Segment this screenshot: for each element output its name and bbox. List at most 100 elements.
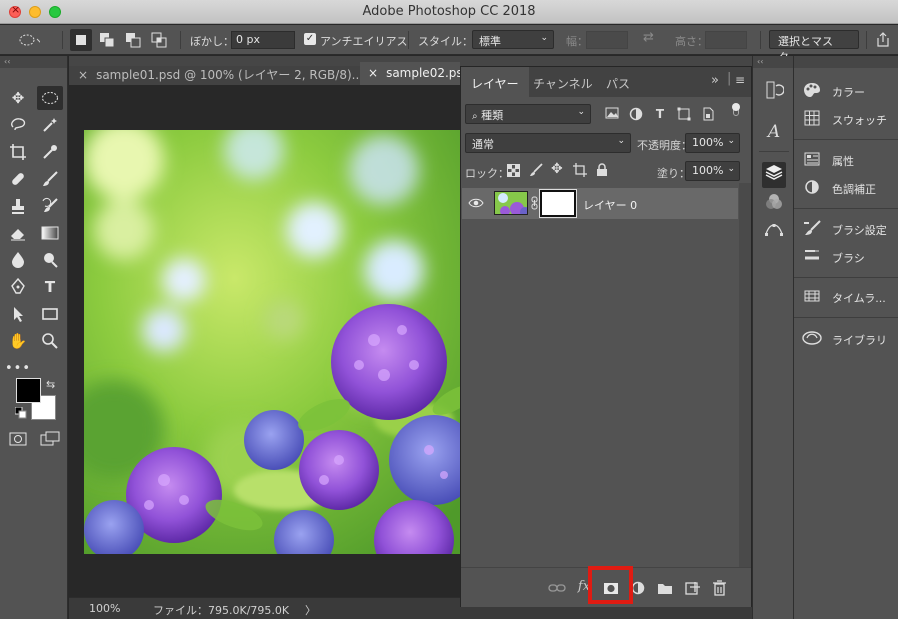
healing-brush-tool-icon[interactable] bbox=[5, 167, 31, 191]
select-and-mask-button[interactable]: 選択とマスク... bbox=[769, 30, 859, 64]
divider bbox=[794, 317, 898, 318]
feather-input[interactable]: 0 px bbox=[231, 31, 295, 49]
filter-toggle-switch[interactable] bbox=[731, 103, 741, 119]
swap-dimensions-icon[interactable]: ⇄ bbox=[643, 30, 654, 45]
layer-filter-select[interactable]: ⌕ 種類 ⌄ bbox=[465, 104, 591, 124]
lock-all-icon[interactable] bbox=[596, 163, 608, 177]
clone-stamp-tool-icon[interactable] bbox=[5, 194, 31, 218]
move-tool-icon[interactable]: ✥ bbox=[5, 86, 31, 110]
layer-name[interactable]: レイヤー 0 bbox=[583, 197, 637, 213]
blur-tool-icon[interactable] bbox=[5, 248, 31, 272]
adjustment-filter-icon[interactable] bbox=[627, 107, 645, 121]
panel-item-label: 属性 bbox=[832, 155, 854, 168]
height-input[interactable] bbox=[705, 31, 747, 49]
channels-panel-icon[interactable] bbox=[762, 192, 786, 214]
default-colors-icon[interactable] bbox=[14, 406, 27, 422]
layer-mask-thumbnail[interactable] bbox=[539, 189, 577, 218]
width-input[interactable] bbox=[586, 31, 628, 49]
collapse-strip[interactable]: ‹‹ bbox=[753, 56, 793, 68]
shape-filter-icon[interactable] bbox=[675, 107, 693, 121]
tab-paths[interactable]: パス bbox=[596, 67, 640, 97]
history-panel-icon[interactable] bbox=[762, 80, 786, 102]
eraser-tool-icon[interactable] bbox=[5, 221, 31, 245]
swap-colors-icon[interactable]: ⇆ bbox=[46, 378, 55, 391]
collapse-strip[interactable]: ‹‹ bbox=[0, 56, 67, 68]
share-icon[interactable] bbox=[875, 31, 891, 48]
opacity-value: 100% bbox=[692, 136, 724, 149]
character-panel-icon[interactable]: A bbox=[762, 122, 786, 144]
type-filter-icon[interactable]: T bbox=[651, 107, 669, 121]
history-brush-tool-icon[interactable] bbox=[37, 194, 63, 218]
doc-tab-label: sample01.psd @ 100% (レイヤー 2, RGB/8)... bbox=[96, 68, 364, 82]
lasso-tool-icon[interactable] bbox=[5, 113, 31, 137]
crop-tool-icon[interactable] bbox=[5, 140, 31, 164]
panel-item-brushes[interactable]: ブラシ bbox=[802, 247, 898, 269]
smart-object-filter-icon[interactable] bbox=[699, 107, 717, 121]
lock-artboard-icon[interactable] bbox=[573, 163, 587, 177]
add-to-selection-button[interactable] bbox=[96, 29, 118, 51]
zoom-level[interactable]: 100% bbox=[89, 602, 120, 615]
lock-transparent-pixels-icon[interactable] bbox=[507, 164, 520, 177]
type-tool-icon[interactable]: T bbox=[37, 275, 63, 299]
new-selection-button[interactable] bbox=[70, 29, 92, 51]
file-size-info[interactable]: ファイル：795.0K/795.0K bbox=[153, 602, 289, 618]
delete-layer-trash-icon[interactable] bbox=[709, 579, 729, 597]
layers-scrollbar[interactable] bbox=[739, 183, 751, 567]
intersect-selection-button[interactable] bbox=[148, 29, 170, 51]
lock-image-pixels-icon[interactable] bbox=[529, 163, 543, 177]
panel-item-properties[interactable]: 属性 bbox=[802, 150, 898, 172]
document-image[interactable] bbox=[84, 130, 460, 554]
blend-mode-select[interactable]: 通常 ⌄ bbox=[465, 133, 631, 153]
antialias-checkbox[interactable]: ✓ bbox=[304, 33, 316, 45]
tab-channels[interactable]: チャンネル bbox=[523, 67, 603, 97]
eyedropper-tool-icon[interactable] bbox=[37, 140, 63, 164]
hand-tool-icon[interactable]: ✋ bbox=[5, 329, 31, 353]
panel-item-adjustments[interactable]: 色調補正 bbox=[802, 178, 898, 200]
quick-mask-icon[interactable] bbox=[5, 427, 31, 451]
collapse-strip[interactable] bbox=[794, 56, 898, 68]
dodge-tool-icon[interactable] bbox=[37, 248, 63, 272]
pen-tool-icon[interactable] bbox=[5, 275, 31, 299]
doc-tab-sample02[interactable]: × sample02.ps bbox=[360, 62, 463, 85]
fill-input[interactable]: 100% ⌄ bbox=[685, 161, 740, 181]
panel-item-color[interactable]: カラー bbox=[802, 81, 898, 103]
elliptical-marquee-tool-icon[interactable] bbox=[37, 86, 63, 110]
magic-wand-tool-icon[interactable] bbox=[37, 113, 63, 137]
link-layers-icon[interactable] bbox=[547, 579, 567, 597]
divider bbox=[180, 31, 181, 49]
layer-list-empty-area[interactable] bbox=[462, 219, 738, 567]
foreground-color-swatch[interactable] bbox=[16, 378, 41, 403]
new-group-folder-icon[interactable] bbox=[655, 579, 675, 597]
new-layer-icon[interactable] bbox=[682, 579, 702, 597]
expand-panel-icon[interactable]: » bbox=[711, 73, 719, 88]
path-selection-tool-icon[interactable] bbox=[5, 302, 31, 326]
tab-layers[interactable]: レイヤー bbox=[461, 67, 529, 97]
lock-position-icon[interactable]: ✥ bbox=[551, 161, 563, 177]
layer-thumbnail[interactable] bbox=[494, 191, 528, 215]
panel-item-libraries[interactable]: ライブラリ bbox=[802, 329, 898, 351]
close-tab-icon[interactable]: × bbox=[368, 66, 378, 80]
paths-panel-icon[interactable] bbox=[762, 220, 786, 242]
link-icon[interactable] bbox=[531, 196, 538, 210]
close-tab-icon[interactable]: × bbox=[78, 68, 88, 82]
status-menu-arrow[interactable]: 〉 bbox=[305, 602, 316, 618]
eye-icon[interactable] bbox=[468, 198, 484, 208]
layers-panel-icon[interactable] bbox=[762, 162, 786, 188]
panel-item-brush-settings[interactable]: ブラシ設定 bbox=[802, 219, 898, 241]
doc-tab-sample01[interactable]: × sample01.psd @ 100% (レイヤー 2, RGB/8)... bbox=[70, 62, 363, 85]
gradient-tool-icon[interactable] bbox=[37, 221, 63, 245]
zoom-tool-icon[interactable] bbox=[37, 329, 63, 353]
marquee-tool-preset-button[interactable] bbox=[18, 29, 40, 51]
subtract-from-selection-button[interactable] bbox=[122, 29, 144, 51]
panel-menu-icon[interactable]: ≡ bbox=[735, 73, 745, 87]
screen-mode-icon[interactable] bbox=[37, 427, 63, 451]
image-filter-icon[interactable] bbox=[603, 107, 621, 121]
layer-row[interactable]: レイヤー 0 bbox=[462, 188, 738, 219]
panel-item-swatches[interactable]: スウォッチ bbox=[802, 109, 898, 131]
style-select[interactable]: 標準 ⌄ bbox=[472, 30, 554, 49]
panel-item-timeline[interactable]: タイムラ... bbox=[802, 287, 898, 309]
more-tools-icon[interactable]: ••• bbox=[5, 356, 31, 380]
rectangle-tool-icon[interactable] bbox=[37, 302, 63, 326]
opacity-input[interactable]: 100% ⌄ bbox=[685, 133, 740, 153]
brush-tool-icon[interactable] bbox=[37, 167, 63, 191]
